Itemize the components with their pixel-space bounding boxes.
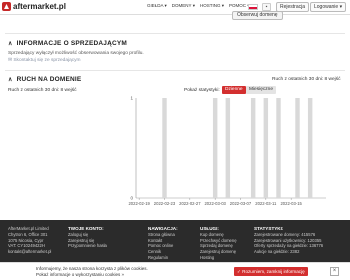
x-tick-label: 2022-03-11 [255,201,277,206]
cookie-info: Informujemy, że nasza strona korzysta z … [36,266,148,271]
logo-text: aftermarket.pl [13,2,66,11]
footer-nav-col: NAWIGACJA: Strona główna Kontakt Pomoc o… [148,226,178,261]
language-flag-icon[interactable] [248,4,258,10]
nav-gielda[interactable]: GIEŁDA ▾ [147,3,167,9]
cookie-text: Informujemy, że nasza strona korzysta z … [36,266,148,277]
observe-domain-button[interactable]: Obserwuj domenę [232,11,283,20]
traffic-title-text: RUCH NA DOMENIE [16,76,82,83]
footer-nav-title: NAWIGACJA: [148,226,178,231]
seller-title-text: INFORMACJE O SPRZEDAJĄCYM [16,40,128,47]
footer-remind-link[interactable]: Przypomnienie hasła [68,243,107,249]
cookie-accept-button[interactable]: ✓ Rozumiem, zamknij informację [234,267,308,276]
nav-hosting[interactable]: HOSTING ▾ [200,3,224,9]
footer-home-link[interactable]: Strona główna [148,232,178,238]
chart-bar [212,98,218,198]
chart-bar [276,98,281,198]
site-logo[interactable]: aftermarket.pl [2,2,66,11]
seller-info-text: Sprzedający wyłączył możliwość obserwowa… [8,51,144,56]
footer-hosting-link[interactable]: Hosting [200,255,237,261]
chart-bar [162,98,167,198]
traffic-chart: 012022-02-19 2022-02-23 2022-02-27 2022-03-… [128,96,326,206]
chevron-up-icon: ∧ [8,41,13,47]
y-tick-label: 0 [130,196,133,201]
x-tick-label: 2022-02-27 [179,201,201,206]
x-tick-label: 2022-03-07 [230,201,252,206]
footer-stats-col: STATYSTYKI: Zarejestrowane domeny: 41557… [254,226,323,255]
close-icon[interactable]: × [330,267,339,276]
chart-bar [225,98,231,198]
logo-icon [2,2,11,11]
nav-pomoc[interactable]: POMOC ▾ [229,3,250,9]
seller-section-title[interactable]: ∧ INFORMACJE O SPRZEDAJĄCYM [8,40,127,47]
footer-services-col: USŁUGI: Kup domenę Przechwyć domenę Sprz… [200,226,237,261]
traffic-summary-right: Ruch z ostatnich 30 dni: 8 wejść [272,77,341,82]
footer-company-col: AfterMarket.pl Limited Chytron 6, Office… [8,226,51,255]
nav-domeny[interactable]: DOMENY ▾ [172,3,195,9]
chart-bar [250,98,256,198]
footer-terms-link[interactable]: Regulamin [148,255,178,261]
company-address1: Chytron 6, Office 301 [8,231,48,237]
cart-icon[interactable]: ▪ [262,3,271,11]
y-tick-label: 1 [130,96,133,101]
x-tick-label: 2022-02-19 [128,201,150,206]
chart-bar [295,98,300,198]
divider [5,33,345,34]
contact-seller-link[interactable]: ✉ Skontaktuj się ze sprzedającym [8,58,81,63]
chart-bar [307,98,313,198]
contact-seller-label: Skontaktuj się ze sprzedającym [13,58,81,63]
main-nav: GIEŁDA ▾ DOMENY ▾ HOSTING ▾ POMOC ▾ [147,3,250,9]
chevron-up-icon: ∧ [8,77,13,83]
stat-domains: Zarejestrowane domeny: 415576 [254,231,316,237]
top-bar: aftermarket.pl GIEŁDA ▾ DOMENY ▾ HOSTING… [0,0,350,15]
traffic-section-title[interactable]: ∧ RUCH NA DOMENIE [8,76,81,83]
x-tick-label: 2022-03-03 [204,201,226,206]
stat-auctions: Aukcje na giełdzie: 2382 [254,249,300,255]
login-button[interactable]: Logowanie ▾ [310,2,347,12]
x-tick-label: 2022-03-15 [280,201,302,206]
company-email[interactable]: kontakt@aftermarket.pl [8,249,51,255]
chart-bar [263,98,269,198]
company-name: AfterMarket.pl Limited [8,226,49,231]
divider [5,70,345,71]
cookie-more-link[interactable]: Pokaż informacje o wykorzystaniu cookies… [36,272,148,278]
footer-account-col: TWOJE KONTO: Zaloguj się Zarejestruj się… [68,226,107,249]
footer-account-title: TWOJE KONTO: [68,226,104,231]
cookie-bar: Informujemy, że nasza strona korzysta z … [0,262,350,280]
x-tick-label: 2022-02-23 [154,201,176,206]
